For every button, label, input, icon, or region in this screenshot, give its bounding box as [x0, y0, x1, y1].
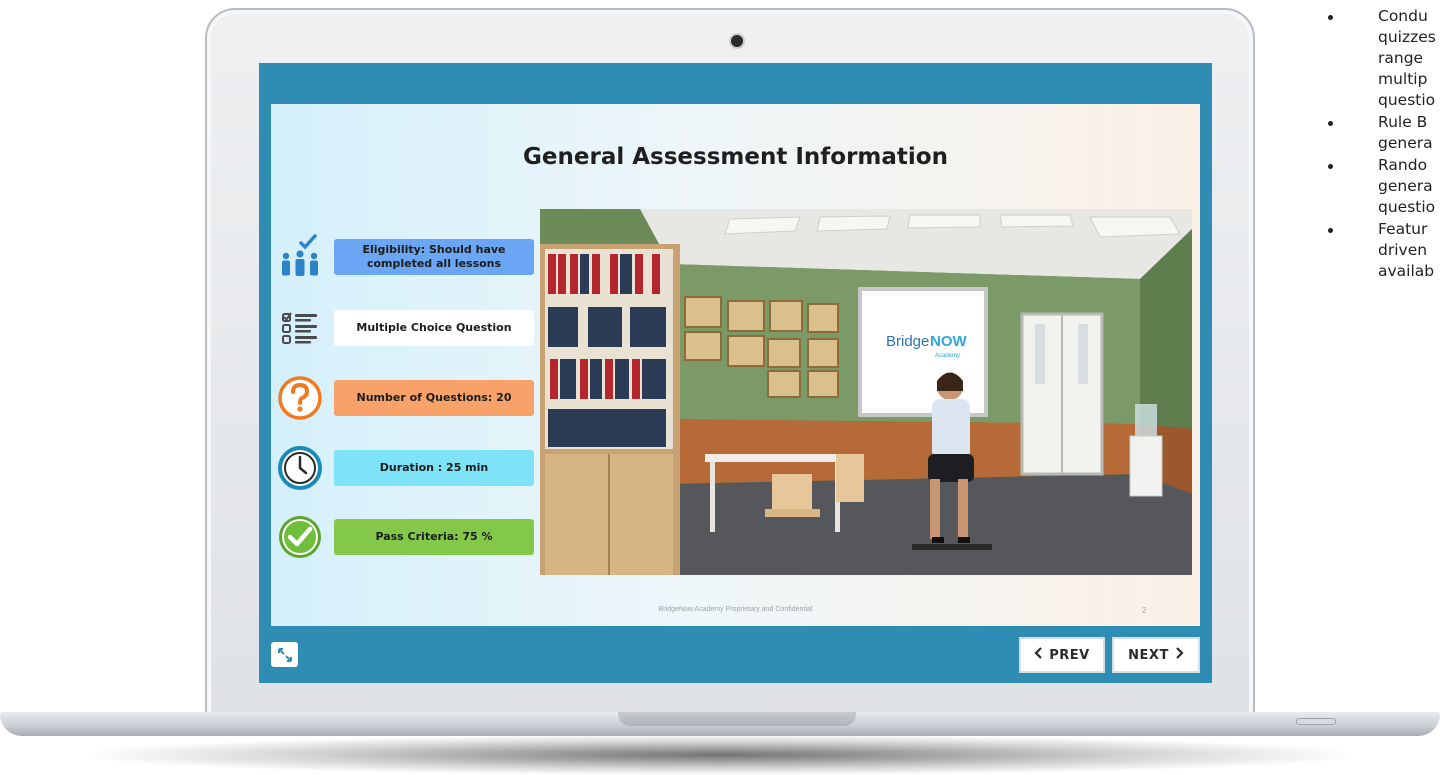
info-item-duration: Duration : 25 min — [271, 443, 541, 493]
webcam — [731, 35, 743, 47]
info-item-pass-criteria: Pass Criteria: 75 % — [271, 512, 541, 562]
laptop-notch — [618, 712, 856, 726]
bullet-item: Rule B genera — [1306, 112, 1440, 154]
duration-label: Duration : 25 min — [334, 450, 534, 486]
users-check-icon — [282, 234, 318, 276]
bullet-item: Condu quizzes range multip questio — [1306, 6, 1440, 111]
pass-criteria-label: Pass Criteria: 75 % — [334, 519, 534, 555]
whiteboard-logo-text: Bridge — [886, 333, 929, 350]
fullscreen-button[interactable] — [271, 642, 298, 667]
slide-footer: BridgeNow Academy Proprietary and Confid… — [658, 606, 813, 613]
info-item-question-type: Multiple Choice Question — [271, 303, 541, 353]
classroom-scene-image: Bridge NOW Academy — [540, 209, 1192, 575]
info-item-eligibility: Eligibility: Should have completed all l… — [271, 232, 541, 282]
next-label: NEXT — [1128, 647, 1169, 663]
checklist-icon — [282, 312, 317, 344]
slide-page-number: 2 — [1142, 606, 1147, 615]
question-type-label: Multiple Choice Question — [334, 310, 534, 346]
question-count-label: Number of Questions: 20 — [334, 380, 534, 416]
feature-bullet-list: Condu quizzes range multip questio Rule … — [1306, 6, 1440, 283]
power-indicator — [1296, 718, 1336, 725]
expand-icon — [277, 647, 292, 662]
question-circle-icon — [278, 376, 322, 420]
chevron-right-icon — [1175, 647, 1184, 663]
whiteboard-logo-sub: Academy — [935, 353, 960, 359]
laptop-shadow — [90, 735, 1350, 775]
check-circle-icon — [279, 516, 321, 558]
chevron-left-icon — [1034, 647, 1043, 663]
next-button[interactable]: NEXT — [1112, 637, 1200, 673]
eligibility-label: Eligibility: Should have completed all l… — [334, 239, 534, 275]
info-item-question-count: Number of Questions: 20 — [271, 373, 541, 423]
slide-title: General Assessment Information — [523, 144, 948, 170]
whiteboard-logo-accent: NOW — [930, 333, 968, 350]
bullet-item: Featur driven availab — [1306, 219, 1440, 282]
prev-label: PREV — [1049, 647, 1090, 663]
slide: General Assessment Information Eligibili… — [271, 104, 1200, 626]
prev-button[interactable]: PREV — [1019, 637, 1105, 673]
clock-icon — [278, 446, 322, 490]
bullet-item: Rando genera questio — [1306, 155, 1440, 218]
